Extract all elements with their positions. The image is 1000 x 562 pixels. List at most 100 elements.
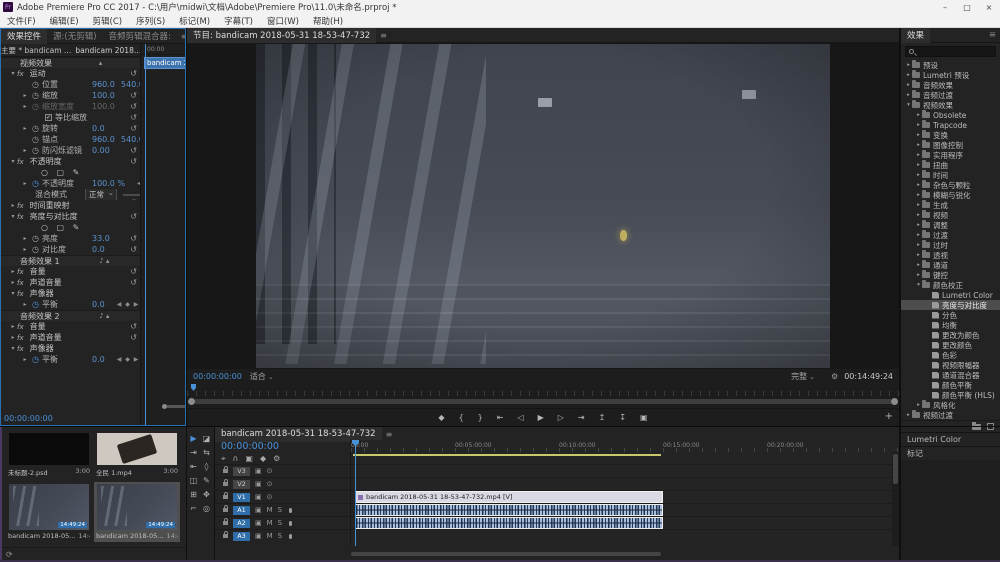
pen-tool[interactable]: ✎: [200, 473, 213, 487]
clip-dropdown[interactable]: bandicam 2018…: [75, 46, 140, 55]
effect-property-row[interactable]: ▾ fx 声像器: [1, 343, 140, 354]
fx-badge-icon[interactable]: fx: [17, 70, 24, 78]
track-header[interactable]: A2 ▣ M S: [215, 516, 350, 529]
fit-dropdown[interactable]: 适合: [250, 371, 266, 382]
track-a1-lane[interactable]: [351, 503, 899, 516]
solo-button[interactable]: S: [278, 506, 282, 514]
effect-property-row[interactable]: ▸ ◷ 对比度 0.0 ↺: [1, 244, 140, 255]
solo-button[interactable]: S: [278, 532, 282, 540]
panel-menu-icon[interactable]: ≡: [985, 30, 1000, 40]
export-frame-button[interactable]: ▣: [633, 413, 655, 422]
project-item-name[interactable]: 未标题-2.psd: [8, 467, 48, 477]
effect-property-row[interactable]: ▸ fx 音量 ↺: [1, 321, 140, 332]
reset-icon[interactable]: ↺: [130, 333, 137, 342]
reset-icon[interactable]: ↺: [130, 113, 137, 122]
project-item-thumbnail[interactable]: 14:49:24: [9, 484, 89, 530]
reset-icon[interactable]: ↺: [130, 102, 137, 111]
reset-icon[interactable]: ↺: [130, 234, 137, 243]
mini-timeline-ruler[interactable]: 00:00: [141, 44, 186, 55]
fx-badge-icon[interactable]: fx: [17, 268, 24, 276]
effects-tree-item[interactable]: ▸ 键控: [901, 270, 1000, 280]
twirl-icon[interactable]: ▸: [915, 152, 922, 158]
effect-property-row[interactable]: ▾ fx 运动 ↺: [1, 68, 140, 79]
checkbox[interactable]: ✓: [45, 114, 52, 121]
project-item-thumbnail[interactable]: 14:49:24: [97, 484, 177, 530]
ripple-edit-tool[interactable]: ⇥: [187, 445, 200, 459]
add-marker-button[interactable]: ◆: [431, 413, 451, 422]
stopwatch-icon[interactable]: ◷: [32, 355, 39, 364]
property-value[interactable]: 正常: [85, 189, 117, 200]
keyframe-nav-icons[interactable]: ◀ ◆ ▶: [117, 301, 140, 308]
effects-search-input[interactable]: [905, 46, 996, 57]
twirl-icon[interactable]: ▸: [21, 180, 29, 187]
twirl-icon[interactable]: ▾: [9, 70, 17, 77]
track-target-badge[interactable]: V2: [233, 480, 250, 489]
property-value[interactable]: 100.0: [92, 91, 115, 100]
track-target-badge[interactable]: V1: [233, 493, 250, 502]
voiceover-mic-icon[interactable]: [289, 534, 292, 539]
twirl-icon[interactable]: ▸: [915, 242, 922, 248]
track-target-badge[interactable]: V3: [233, 467, 250, 476]
work-area-bar[interactable]: [351, 452, 899, 464]
project-item-thumbnail[interactable]: [97, 433, 177, 465]
scrollbar-handle-left[interactable]: [188, 398, 195, 405]
sync-lock-icon[interactable]: ▣: [255, 480, 262, 488]
effects-tab[interactable]: 效果: [901, 28, 930, 43]
minimize-button[interactable]: –: [934, 0, 956, 14]
stopwatch-icon[interactable]: ◷: [32, 146, 39, 155]
effect-property-row[interactable]: ▸ ◷ 防闪烁滤镜 0.00 ↺: [1, 145, 140, 156]
reset-icon[interactable]: ↺: [130, 146, 137, 155]
twirl-icon[interactable]: ▸: [21, 246, 29, 253]
section-icons[interactable]: ♪ ▴: [99, 257, 109, 265]
twirl-icon[interactable]: ▸: [905, 72, 912, 78]
effect-property-row[interactable]: ▸ ◷ 平衡 0.0 ◀ ◆ ▶: [1, 299, 140, 310]
menu-item[interactable]: 剪辑(C): [86, 15, 130, 27]
twirl-icon[interactable]: ▸: [9, 323, 17, 330]
twirl-icon[interactable]: ▸: [915, 172, 922, 178]
track-lock-icon[interactable]: [223, 521, 228, 525]
section-icons[interactable]: ▴: [99, 59, 103, 67]
fx-badge-icon[interactable]: fx: [17, 213, 24, 221]
effect-property-row[interactable]: ▸ ◷ 缩放宽度 100.0 ↺: [1, 101, 140, 112]
track-output-eye-icon[interactable]: ⊙: [267, 480, 273, 488]
twirl-icon[interactable]: ▸: [9, 279, 17, 286]
twirl-icon[interactable]: ▾: [9, 345, 17, 352]
effects-tree-item[interactable]: ▸ 实用程序: [901, 150, 1000, 160]
property-value[interactable]: 960.0: [92, 80, 115, 89]
track-output-eye-icon[interactable]: ⊙: [267, 493, 273, 501]
selection-tool[interactable]: ▶: [187, 431, 200, 445]
stopwatch-icon[interactable]: ◷: [32, 300, 39, 309]
twirl-icon[interactable]: ▸: [905, 412, 912, 418]
property-value[interactable]: 0.0: [92, 300, 105, 309]
twirl-icon[interactable]: ▸: [915, 192, 922, 198]
fx-badge-icon[interactable]: fx: [17, 202, 24, 210]
settings-wrench-icon[interactable]: ⚙: [831, 372, 838, 381]
reset-icon[interactable]: ↺: [130, 267, 137, 276]
effect-property-row[interactable]: ▾ fx 亮度与对比度 ↺: [1, 211, 140, 222]
property-value[interactable]: 960.0: [92, 135, 115, 144]
effect-property-row[interactable]: ▸ fx 时间重映射: [1, 200, 140, 211]
twirl-icon[interactable]: ▸: [21, 356, 29, 363]
effects-tree-item[interactable]: ▸ 视频过渡: [901, 410, 1000, 420]
track-lock-icon[interactable]: [223, 482, 228, 486]
track-output-eye-icon[interactable]: ⊙: [267, 467, 273, 475]
mask-tools-icons[interactable]: ○ ▢ ✎: [41, 168, 82, 177]
twirl-icon[interactable]: ▸: [915, 222, 922, 228]
panel-tab[interactable]: 源:(无剪辑): [47, 29, 103, 44]
stopwatch-icon[interactable]: ◷: [32, 135, 39, 144]
effect-property-row[interactable]: ▸ ◷ 亮度 33.0 ↺: [1, 233, 140, 244]
track-lock-icon[interactable]: [223, 469, 228, 473]
track-header[interactable]: V3 ▣ ⊙: [215, 464, 350, 477]
property-value[interactable]: 100.0 %: [92, 179, 125, 188]
reset-icon[interactable]: ↺: [130, 157, 137, 166]
timeline-timecode[interactable]: 00:00:00:00: [215, 440, 350, 453]
effects-tree-item[interactable]: 分色: [901, 310, 1000, 320]
markers-tab[interactable]: 标记: [901, 446, 1000, 460]
property-value-2[interactable]: [123, 194, 140, 196]
twirl-icon[interactable]: ▸: [21, 301, 29, 308]
project-item-name[interactable]: 全民 1.mp4: [96, 467, 132, 477]
menu-item[interactable]: 序列(S): [129, 15, 172, 27]
effects-tree-item[interactable]: ▸ Obsolete: [901, 110, 1000, 120]
scrollbar-handle-right[interactable]: [891, 398, 898, 405]
twirl-icon[interactable]: ▸: [915, 162, 922, 168]
